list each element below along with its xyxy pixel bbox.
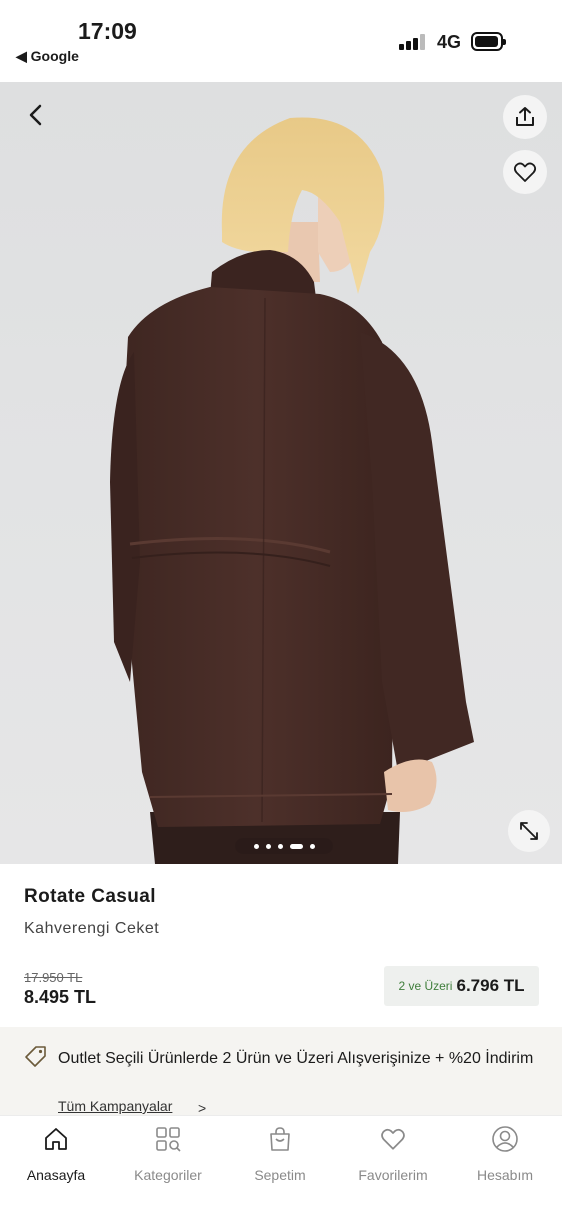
campaign-text: Outlet Seçili Ürünlerde 2 Ürün ve Üzeri … xyxy=(58,1050,534,1067)
status-time: 17:09 xyxy=(78,18,137,44)
nav-home-label: Anasayfa xyxy=(26,1167,86,1183)
multi-buy-label: 2 ve Üzeri xyxy=(398,979,453,993)
multi-buy-price-badge: 2 ve Üzeri 6.796 TL xyxy=(384,966,539,1006)
nav-favorites[interactable]: Favorilerim xyxy=(338,1124,448,1183)
nav-cart[interactable]: Sepetim xyxy=(225,1124,335,1183)
pagination-dot-active[interactable] xyxy=(289,843,303,849)
product-photo xyxy=(110,117,474,864)
gallery-pagination xyxy=(235,838,333,854)
nav-favorites-label: Favorilerim xyxy=(358,1167,428,1183)
pagination-dot[interactable] xyxy=(253,843,259,849)
network-type: 4G xyxy=(437,32,462,52)
heart-icon xyxy=(513,162,537,182)
chevron-right-icon[interactable]: > xyxy=(198,1100,206,1116)
nav-home[interactable]: Anasayfa xyxy=(1,1124,111,1183)
nav-categories-label: Kategoriler xyxy=(134,1167,202,1183)
product-brand[interactable]: Rotate Casual xyxy=(24,886,156,908)
tag-icon xyxy=(25,1046,46,1067)
status-bar: 17:09 ◀ Google 4G xyxy=(0,0,562,82)
fullscreen-button[interactable] xyxy=(508,810,550,852)
nav-categories[interactable]: Kategoriler xyxy=(113,1124,223,1183)
user-icon xyxy=(492,1126,518,1152)
categories-icon xyxy=(156,1127,181,1152)
old-price: 17.950 TL xyxy=(24,970,83,985)
all-campaigns-link[interactable]: Tüm Kampanyalar xyxy=(58,1098,172,1114)
campaign-banner: Outlet Seçili Ürünlerde 2 Ürün ve Üzeri … xyxy=(0,1027,562,1116)
home-icon xyxy=(45,1128,67,1150)
favorite-button[interactable] xyxy=(503,150,547,194)
shopping-bag-icon xyxy=(270,1127,290,1151)
share-icon xyxy=(516,107,534,126)
multi-buy-price: 6.796 TL xyxy=(456,976,525,995)
pagination-dot[interactable] xyxy=(265,843,271,849)
chevron-left-icon xyxy=(29,104,42,126)
pagination-dot[interactable] xyxy=(309,843,315,849)
share-button[interactable] xyxy=(503,95,547,139)
current-price: 8.495 TL xyxy=(24,987,97,1007)
signal-icon xyxy=(399,34,427,50)
expand-icon xyxy=(520,822,538,840)
product-image-gallery[interactable] xyxy=(0,82,562,864)
heart-icon xyxy=(381,1128,405,1150)
nav-account-label: Hesabım xyxy=(476,1167,534,1183)
pagination-dot[interactable] xyxy=(277,843,283,849)
back-to-google-link[interactable]: ◀ Google xyxy=(16,48,79,65)
back-button[interactable] xyxy=(20,100,50,130)
nav-account[interactable]: Hesabım xyxy=(450,1124,560,1183)
product-name: Kahverengi Ceket xyxy=(24,920,160,937)
nav-cart-label: Sepetim xyxy=(254,1167,306,1183)
bottom-navigation: Anasayfa Kategoriler Sepetim Favorilerim… xyxy=(0,1115,562,1221)
battery-icon xyxy=(471,32,506,51)
